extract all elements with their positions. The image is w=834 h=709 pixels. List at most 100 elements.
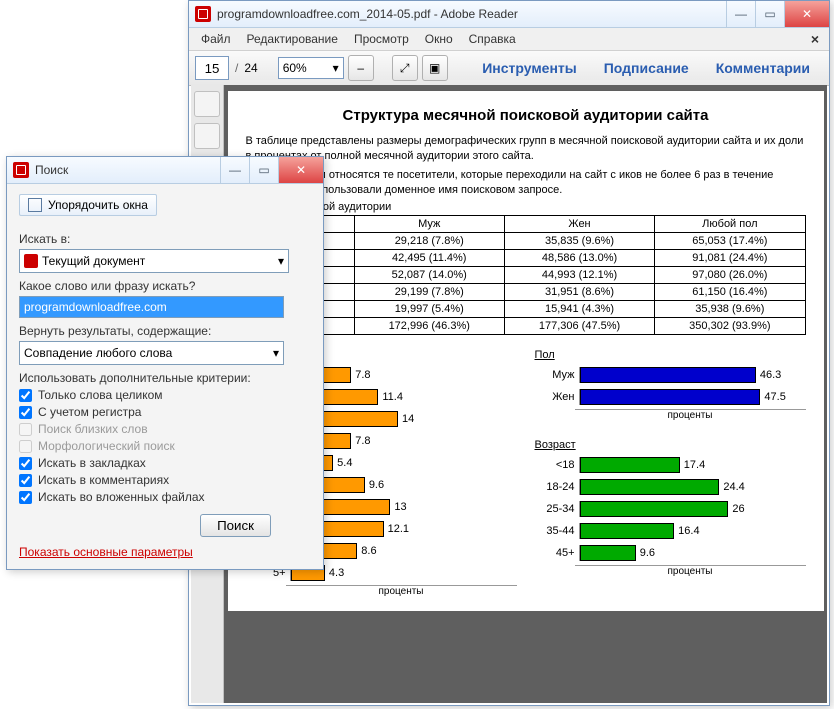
return-combo[interactable]: Совпадение любого слова▾	[19, 341, 284, 365]
look-in-label: Искать в:	[19, 232, 311, 246]
arrange-label: Упорядочить окна	[48, 198, 148, 212]
bar-value: 17.4	[684, 459, 705, 471]
sign-pane[interactable]: Подписание	[591, 53, 702, 83]
para1: В таблице представлены размеры демографи…	[246, 134, 806, 164]
bar-value: 7.8	[355, 435, 370, 447]
bar	[580, 389, 761, 405]
bar-row: Муж 46.3	[535, 365, 806, 385]
checkbox[interactable]	[19, 389, 32, 402]
table-header: Муж	[354, 216, 504, 233]
bar-value: 4.3	[329, 567, 344, 579]
search-phrase-input[interactable]	[19, 296, 284, 318]
table-header: Жен	[504, 216, 654, 233]
maximize-button[interactable]: ▭	[755, 1, 784, 27]
bar-value: 26	[732, 503, 744, 515]
search-option[interactable]: С учетом регистра	[19, 405, 311, 419]
table-row: <1829,218 (7.8%)35,835 (9.6%)65,053 (17.…	[246, 233, 805, 250]
bar	[580, 479, 720, 495]
comments-pane[interactable]: Комментарии	[703, 53, 823, 83]
table-caption: озраст поисковой аудитории	[246, 201, 806, 213]
menu-edit[interactable]: Редактирование	[239, 30, 346, 48]
bar-label: <18	[535, 459, 579, 471]
tools-pane[interactable]: Инструменты	[469, 53, 590, 83]
extra-label: Использовать дополнительные критерии:	[19, 371, 311, 385]
page-title: Структура месячной поисковой аудитории с…	[246, 107, 806, 124]
bar-row: 18-24 24.4	[535, 477, 806, 497]
reader-titlebar: programdownloadfree.com_2014-05.pdf - Ad…	[189, 1, 829, 28]
bar-label: 35-44	[535, 525, 579, 537]
chart-age: Возраст <18 17.4 18-24 24.4 25-34 26 35-44 16.4 4…	[535, 439, 806, 577]
reader-title: programdownloadfree.com_2014-05.pdf - Ad…	[217, 7, 726, 21]
basic-params-link[interactable]: Показать основные параметры	[19, 545, 193, 559]
option-label: С учетом регистра	[38, 405, 141, 419]
bar	[580, 501, 729, 517]
bar-value: 9.6	[369, 479, 384, 491]
menu-file[interactable]: Файл	[193, 30, 239, 48]
axis-label: проценты	[575, 565, 806, 577]
page-sep: /	[235, 61, 238, 75]
bar-label: Муж	[535, 369, 579, 381]
search-button[interactable]: Поиск	[200, 514, 271, 537]
search-option[interactable]: Искать во вложенных файлах	[19, 490, 311, 504]
phrase-label: Какое слово или фразу искать?	[19, 279, 311, 293]
bar-label: 25-34	[535, 503, 579, 515]
read-mode-button[interactable]: ▣	[422, 55, 448, 81]
option-label: Поиск близких слов	[38, 422, 148, 436]
chevron-down-icon: ▾	[273, 346, 279, 360]
bar-value: 47.5	[764, 391, 785, 403]
search-title: Поиск	[35, 163, 220, 177]
pdf-icon	[24, 254, 38, 268]
maximize-button[interactable]: ▭	[249, 157, 278, 183]
arrange-windows-button[interactable]: Упорядочить окна	[19, 194, 157, 216]
close-button[interactable]: ✕	[784, 1, 829, 27]
chart-title: Возраст	[535, 439, 806, 451]
bar-value: 24.4	[723, 481, 744, 493]
bar	[580, 545, 636, 561]
close-button[interactable]: ✕	[278, 157, 323, 183]
table-row: 18-2442,495 (11.4%)48,586 (13.0%)91,081 …	[246, 250, 805, 267]
option-label: Только слова целиком	[38, 388, 163, 402]
fit-button[interactable]: ⤢	[392, 55, 418, 81]
bar-row: <18 17.4	[535, 455, 806, 475]
option-label: Искать во вложенных файлах	[38, 490, 205, 504]
menu-help[interactable]: Справка	[461, 30, 524, 48]
demographics-table: аст \ ПолМужЖенЛюбой пол <1829,218 (7.8%…	[246, 215, 806, 335]
bar-value: 9.6	[640, 547, 655, 559]
search-option[interactable]: Искать в комментариях	[19, 473, 311, 487]
minimize-button[interactable]: —	[726, 1, 755, 27]
search-option: Поиск близких слов	[19, 422, 311, 436]
checkbox[interactable]	[19, 474, 32, 487]
bar-value: 46.3	[760, 369, 781, 381]
bar-row: Жен47.5	[535, 387, 806, 407]
thumbnails-icon[interactable]	[194, 91, 220, 117]
toolbar: / 24 60%▾ – ⤢ ▣ Инструменты Подписание К…	[189, 51, 829, 86]
bar-row: 45+9.6	[535, 543, 806, 563]
bar-value: 8.6	[361, 545, 376, 557]
checkbox	[19, 423, 32, 436]
bar-label: 18-24	[535, 481, 579, 493]
axis-label: проценты	[575, 409, 806, 421]
zoom-out-button[interactable]: –	[348, 55, 374, 81]
menu-window[interactable]: Окно	[417, 30, 461, 48]
para2: овой аудитории относятся те посетители, …	[246, 168, 806, 198]
table-row: ой возраст172,996 (46.3%)177,306 (47.5%)…	[246, 318, 805, 335]
bar-value: 12.1	[388, 523, 409, 535]
page-input[interactable]	[195, 56, 229, 80]
menu-view[interactable]: Просмотр	[346, 30, 417, 48]
checkbox[interactable]	[19, 406, 32, 419]
search-dialog: Поиск — ▭ ✕ Упорядочить окна Искать в: Т…	[6, 156, 324, 570]
zoom-combo[interactable]: 60%▾	[278, 57, 344, 79]
bar-value: 16.4	[678, 525, 699, 537]
menu-close-icon[interactable]: ×	[805, 31, 825, 47]
checkbox[interactable]	[19, 457, 32, 470]
search-option[interactable]: Искать в закладках	[19, 456, 311, 470]
search-option[interactable]: Только слова целиком	[19, 388, 311, 402]
search-titlebar: Поиск — ▭ ✕	[7, 157, 323, 184]
minimize-button[interactable]: —	[220, 157, 249, 183]
attachments-icon[interactable]	[194, 123, 220, 149]
bar-value: 7.8	[355, 369, 370, 381]
checkbox[interactable]	[19, 491, 32, 504]
chart-right-col: ПолМуж46.3Жен47.5проценты Возраст<1817.4…	[535, 349, 806, 597]
look-in-combo[interactable]: Текущий документ ▾	[19, 249, 289, 273]
search-option: Морфологический поиск	[19, 439, 311, 453]
